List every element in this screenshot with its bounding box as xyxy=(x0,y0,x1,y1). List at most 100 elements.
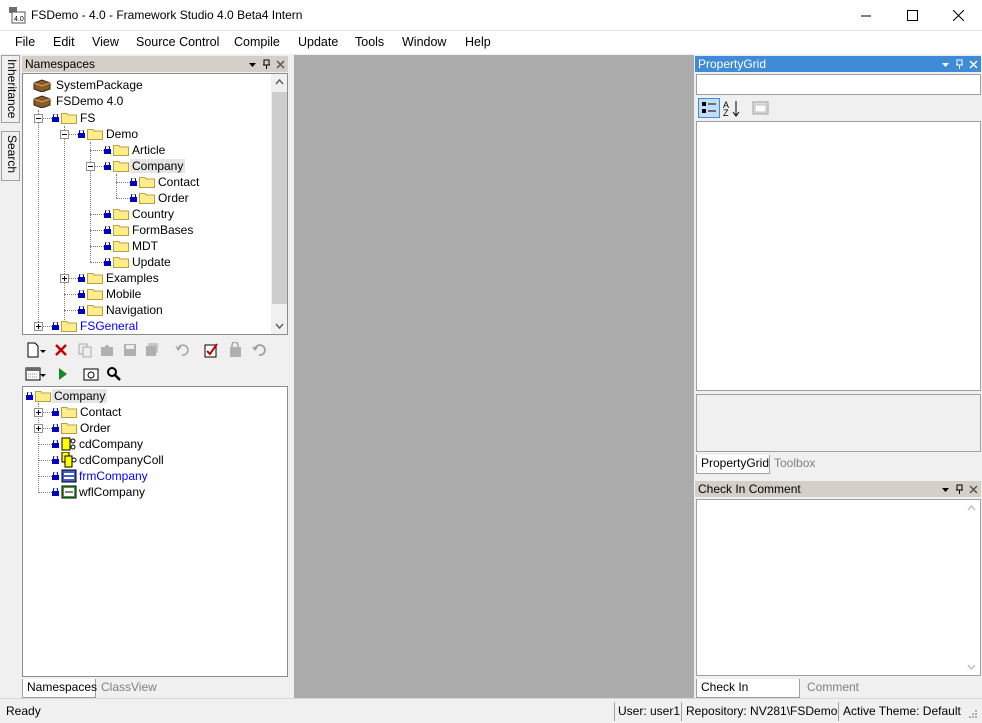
namespaces-scrollbar[interactable] xyxy=(271,74,288,334)
class-tree[interactable]: Company Contact Order cdCompany cdCompan… xyxy=(22,386,288,677)
propertygrid-object-selector[interactable] xyxy=(696,74,981,95)
screenshot-icon[interactable] xyxy=(83,366,99,382)
dropdown-icon[interactable] xyxy=(941,60,950,69)
check-in-icon[interactable] xyxy=(203,342,219,358)
tree-node-update[interactable]: Update xyxy=(104,254,173,270)
folder-icon xyxy=(87,289,103,300)
tree-node-country[interactable]: Country xyxy=(104,206,176,222)
workflow-icon xyxy=(61,485,77,499)
tree-node-navigation[interactable]: Navigation xyxy=(78,302,165,318)
tree-node-article[interactable]: Article xyxy=(104,142,167,158)
tree-node-formbases[interactable]: FormBases xyxy=(104,222,195,238)
tree-node-order[interactable]: Order xyxy=(130,190,191,206)
tree-node-demo[interactable]: Demo xyxy=(78,126,140,142)
pin-icon[interactable] xyxy=(262,59,271,69)
scroll-up-icon[interactable] xyxy=(963,500,980,517)
puzzle-icon[interactable] xyxy=(99,342,115,358)
dropdown-icon[interactable] xyxy=(941,485,950,494)
tree-node-fs[interactable]: FS xyxy=(52,110,97,126)
delete-icon[interactable] xyxy=(53,342,69,358)
tab-search[interactable]: Search xyxy=(1,131,20,181)
menu-edit[interactable]: Edit xyxy=(53,35,75,49)
tab-check-in-comment[interactable]: Check In Comment xyxy=(696,679,800,711)
tab-inheritance[interactable]: Inheritance xyxy=(1,55,20,123)
close-panel-icon[interactable] xyxy=(969,59,978,69)
run-icon[interactable] xyxy=(55,366,71,382)
undo-icon[interactable] xyxy=(174,342,190,358)
tree-node-label: FSGeneral xyxy=(80,319,139,333)
close-button[interactable] xyxy=(935,0,981,31)
menu-tools[interactable]: Tools xyxy=(355,35,384,49)
close-panel-icon[interactable] xyxy=(276,59,285,69)
save-icon[interactable] xyxy=(122,342,138,358)
close-panel-icon[interactable] xyxy=(969,484,978,494)
tab-comment[interactable]: Comment xyxy=(803,679,863,698)
menu-update[interactable]: Update xyxy=(298,35,338,49)
class-tree-frmcompany[interactable]: frmCompany xyxy=(52,468,150,484)
resize-grip-icon[interactable] xyxy=(968,709,978,719)
tab-toolbox[interactable]: Toolbox xyxy=(770,455,822,474)
checkin-scrollbar[interactable] xyxy=(963,500,980,675)
tree-node-mobile[interactable]: Mobile xyxy=(78,286,143,302)
vertical-tab-strip: Inheritance Search xyxy=(0,55,21,698)
namespaces-tree[interactable]: SystemPackage FSDemo 4.0 FS Demo Article… xyxy=(22,73,288,335)
tree-node-systempackage[interactable]: SystemPackage xyxy=(33,77,145,93)
propertygrid-list[interactable] xyxy=(696,121,981,391)
save-all-icon[interactable] xyxy=(144,342,160,358)
expand-examples-toggle[interactable] xyxy=(60,274,69,283)
expand-fsgeneral-toggle[interactable] xyxy=(34,322,43,331)
maximize-button[interactable] xyxy=(889,0,935,31)
menu-source-control[interactable]: Source Control xyxy=(136,35,219,49)
class-tree-root-company[interactable]: Company xyxy=(26,388,108,404)
scroll-down-icon[interactable] xyxy=(963,658,980,675)
expand-contact-toggle[interactable] xyxy=(34,408,43,417)
pin-icon[interactable] xyxy=(955,484,964,494)
check-out-icon[interactable] xyxy=(227,342,243,358)
lock-icon xyxy=(104,210,111,218)
collapse-demo-toggle[interactable] xyxy=(60,130,69,139)
minimize-button[interactable] xyxy=(843,0,889,31)
scroll-up-icon[interactable] xyxy=(271,74,288,91)
categorized-button[interactable] xyxy=(698,98,720,118)
alphabetical-icon[interactable]: AZ xyxy=(722,99,742,117)
lock-icon xyxy=(78,274,85,282)
tree-node-fsgeneral[interactable]: FSGeneral xyxy=(52,318,140,334)
class-tree-cdcompany[interactable]: cdCompany xyxy=(52,436,145,452)
folder-icon xyxy=(87,305,103,316)
expand-order-toggle[interactable] xyxy=(34,424,43,433)
dropdown-icon[interactable] xyxy=(248,60,257,69)
dropdown-arrow-icon[interactable] xyxy=(39,366,47,382)
tab-namespaces[interactable]: Namespaces xyxy=(22,679,97,698)
tree-node-label: SystemPackage xyxy=(56,78,143,92)
scroll-down-icon[interactable] xyxy=(271,317,288,334)
tree-node-contact[interactable]: Contact xyxy=(130,174,201,190)
tab-classview[interactable]: ClassView xyxy=(97,679,161,698)
class-tree-contact[interactable]: Contact xyxy=(52,404,123,420)
menu-help[interactable]: Help xyxy=(465,35,491,49)
dropdown-arrow-icon[interactable] xyxy=(39,342,47,358)
close-icon xyxy=(952,10,964,21)
menu-window[interactable]: Window xyxy=(402,35,446,49)
search-icon[interactable] xyxy=(106,366,122,382)
revert-icon[interactable] xyxy=(251,342,267,358)
pin-icon[interactable] xyxy=(955,59,964,69)
menu-view[interactable]: View xyxy=(92,35,119,49)
tree-node-company[interactable]: Company xyxy=(104,158,186,174)
scroll-thumb[interactable] xyxy=(272,92,287,304)
tree-node-mdt[interactable]: MDT xyxy=(104,238,160,254)
tab-propertygrid[interactable]: PropertyGrid xyxy=(696,455,770,474)
class-tree-cdcompanycoll[interactable]: cdCompanyColl xyxy=(52,452,166,468)
lock-icon xyxy=(104,242,111,250)
checkin-comment-textarea[interactable] xyxy=(696,499,981,676)
menu-compile[interactable]: Compile xyxy=(234,35,280,49)
collapse-fs-toggle[interactable] xyxy=(34,114,43,123)
collapse-company-toggle[interactable] xyxy=(86,162,95,171)
property-pages-icon[interactable] xyxy=(752,100,770,116)
class-tree-wflcompany[interactable]: wflCompany xyxy=(52,484,147,500)
tree-node-fsdemo[interactable]: FSDemo 4.0 xyxy=(33,93,125,109)
menu-file[interactable]: File xyxy=(15,35,35,49)
lock-icon xyxy=(52,488,59,496)
class-tree-order[interactable]: Order xyxy=(52,420,113,436)
tree-node-examples[interactable]: Examples xyxy=(78,270,161,286)
copy-icon[interactable] xyxy=(77,342,93,358)
